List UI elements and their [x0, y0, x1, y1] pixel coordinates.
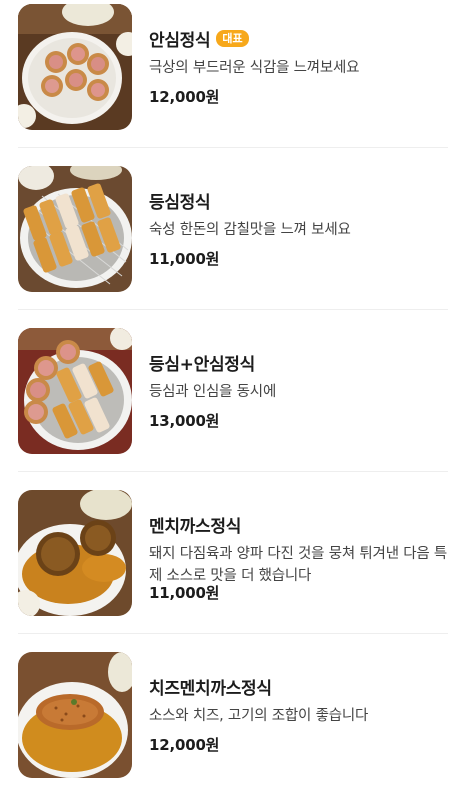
menu-item-price: 11,000원: [149, 584, 220, 602]
menu-item-description: 소스와 치즈, 고기의 조합이 좋습니다: [149, 708, 369, 724]
menu-item-tenderloin-set[interactable]: 안심정식 대표 극상의 부드러운 식감을 느껴보세요 12,000원: [0, 0, 466, 148]
signature-badge: 대표: [216, 30, 249, 47]
menu-item-description: 돼지 다짐육과 양파 다진 것을 뭉쳐 튀겨낸 다음 특제 소스로 맛을 더 했…: [149, 546, 448, 584]
tonkatsu-tenderloin-photo: [18, 4, 132, 130]
menu-item-loin-set[interactable]: 등심정식 숙성 한돈의 감칠맛을 느껴 보세요 11,000원: [0, 148, 466, 310]
menu-item-info: 치즈멘치까스정식 소스와 치즈, 고기의 조합이 좋습니다 12,000원: [149, 634, 448, 791]
menu-item-info: 멘치까스정식 돼지 다짐육과 양파 다진 것을 뭉쳐 튀겨낸 다음 특제 소스로…: [149, 472, 448, 634]
menu-item-name: 치즈멘치까스정식: [149, 679, 272, 699]
menu-item-info: 등심+안심정식 등심과 인심을 동시에 13,000원: [149, 310, 448, 472]
menu-item-description: 극상의 부드러운 식감을 느껴보세요: [149, 60, 360, 76]
menu-item-title-row: 등심정식: [149, 188, 211, 213]
menu-item-menchi-katsu-set[interactable]: 멘치까스정식 돼지 다짐육과 양파 다진 것을 뭉쳐 튀겨낸 다음 특제 소스로…: [0, 472, 466, 634]
menu-item-price: 13,000원: [149, 412, 220, 430]
menu-item-name: 등심+안심정식: [149, 355, 255, 375]
menu-list: 안심정식 대표 극상의 부드러운 식감을 느껴보세요 12,000원 등심정식 …: [0, 0, 466, 791]
menu-item-title-row: 멘치까스정식: [149, 512, 241, 537]
menu-item-title-row: 치즈멘치까스정식: [149, 674, 272, 699]
menu-item-description: 등심과 인심을 동시에: [149, 384, 277, 400]
menu-item-price: 12,000원: [149, 88, 220, 106]
menu-item-cheese-menchi-katsu-set[interactable]: 치즈멘치까스정식 소스와 치즈, 고기의 조합이 좋습니다 12,000원: [0, 634, 466, 791]
menu-item-description: 숙성 한돈의 감칠맛을 느껴 보세요: [149, 222, 351, 238]
tonkatsu-loin-photo: [18, 166, 132, 292]
menu-item-info: 안심정식 대표 극상의 부드러운 식감을 느껴보세요 12,000원: [149, 0, 448, 148]
menu-item-price: 12,000원: [149, 736, 220, 754]
tonkatsu-combo-photo: [18, 328, 132, 454]
cheese-menchi-katsu-photo: [18, 652, 132, 778]
menu-item-name: 등심정식: [149, 193, 211, 213]
menu-item-price: 11,000원: [149, 250, 220, 268]
menu-item-info: 등심정식 숙성 한돈의 감칠맛을 느껴 보세요 11,000원: [149, 148, 448, 310]
menchi-katsu-photo: [18, 490, 132, 616]
menu-item-loin-tenderloin-set[interactable]: 등심+안심정식 등심과 인심을 동시에 13,000원: [0, 310, 466, 472]
menu-item-name: 안심정식: [149, 31, 211, 51]
menu-item-title-row: 등심+안심정식: [149, 350, 255, 375]
menu-item-title-row: 안심정식 대표: [149, 26, 249, 51]
menu-item-name: 멘치까스정식: [149, 517, 242, 537]
